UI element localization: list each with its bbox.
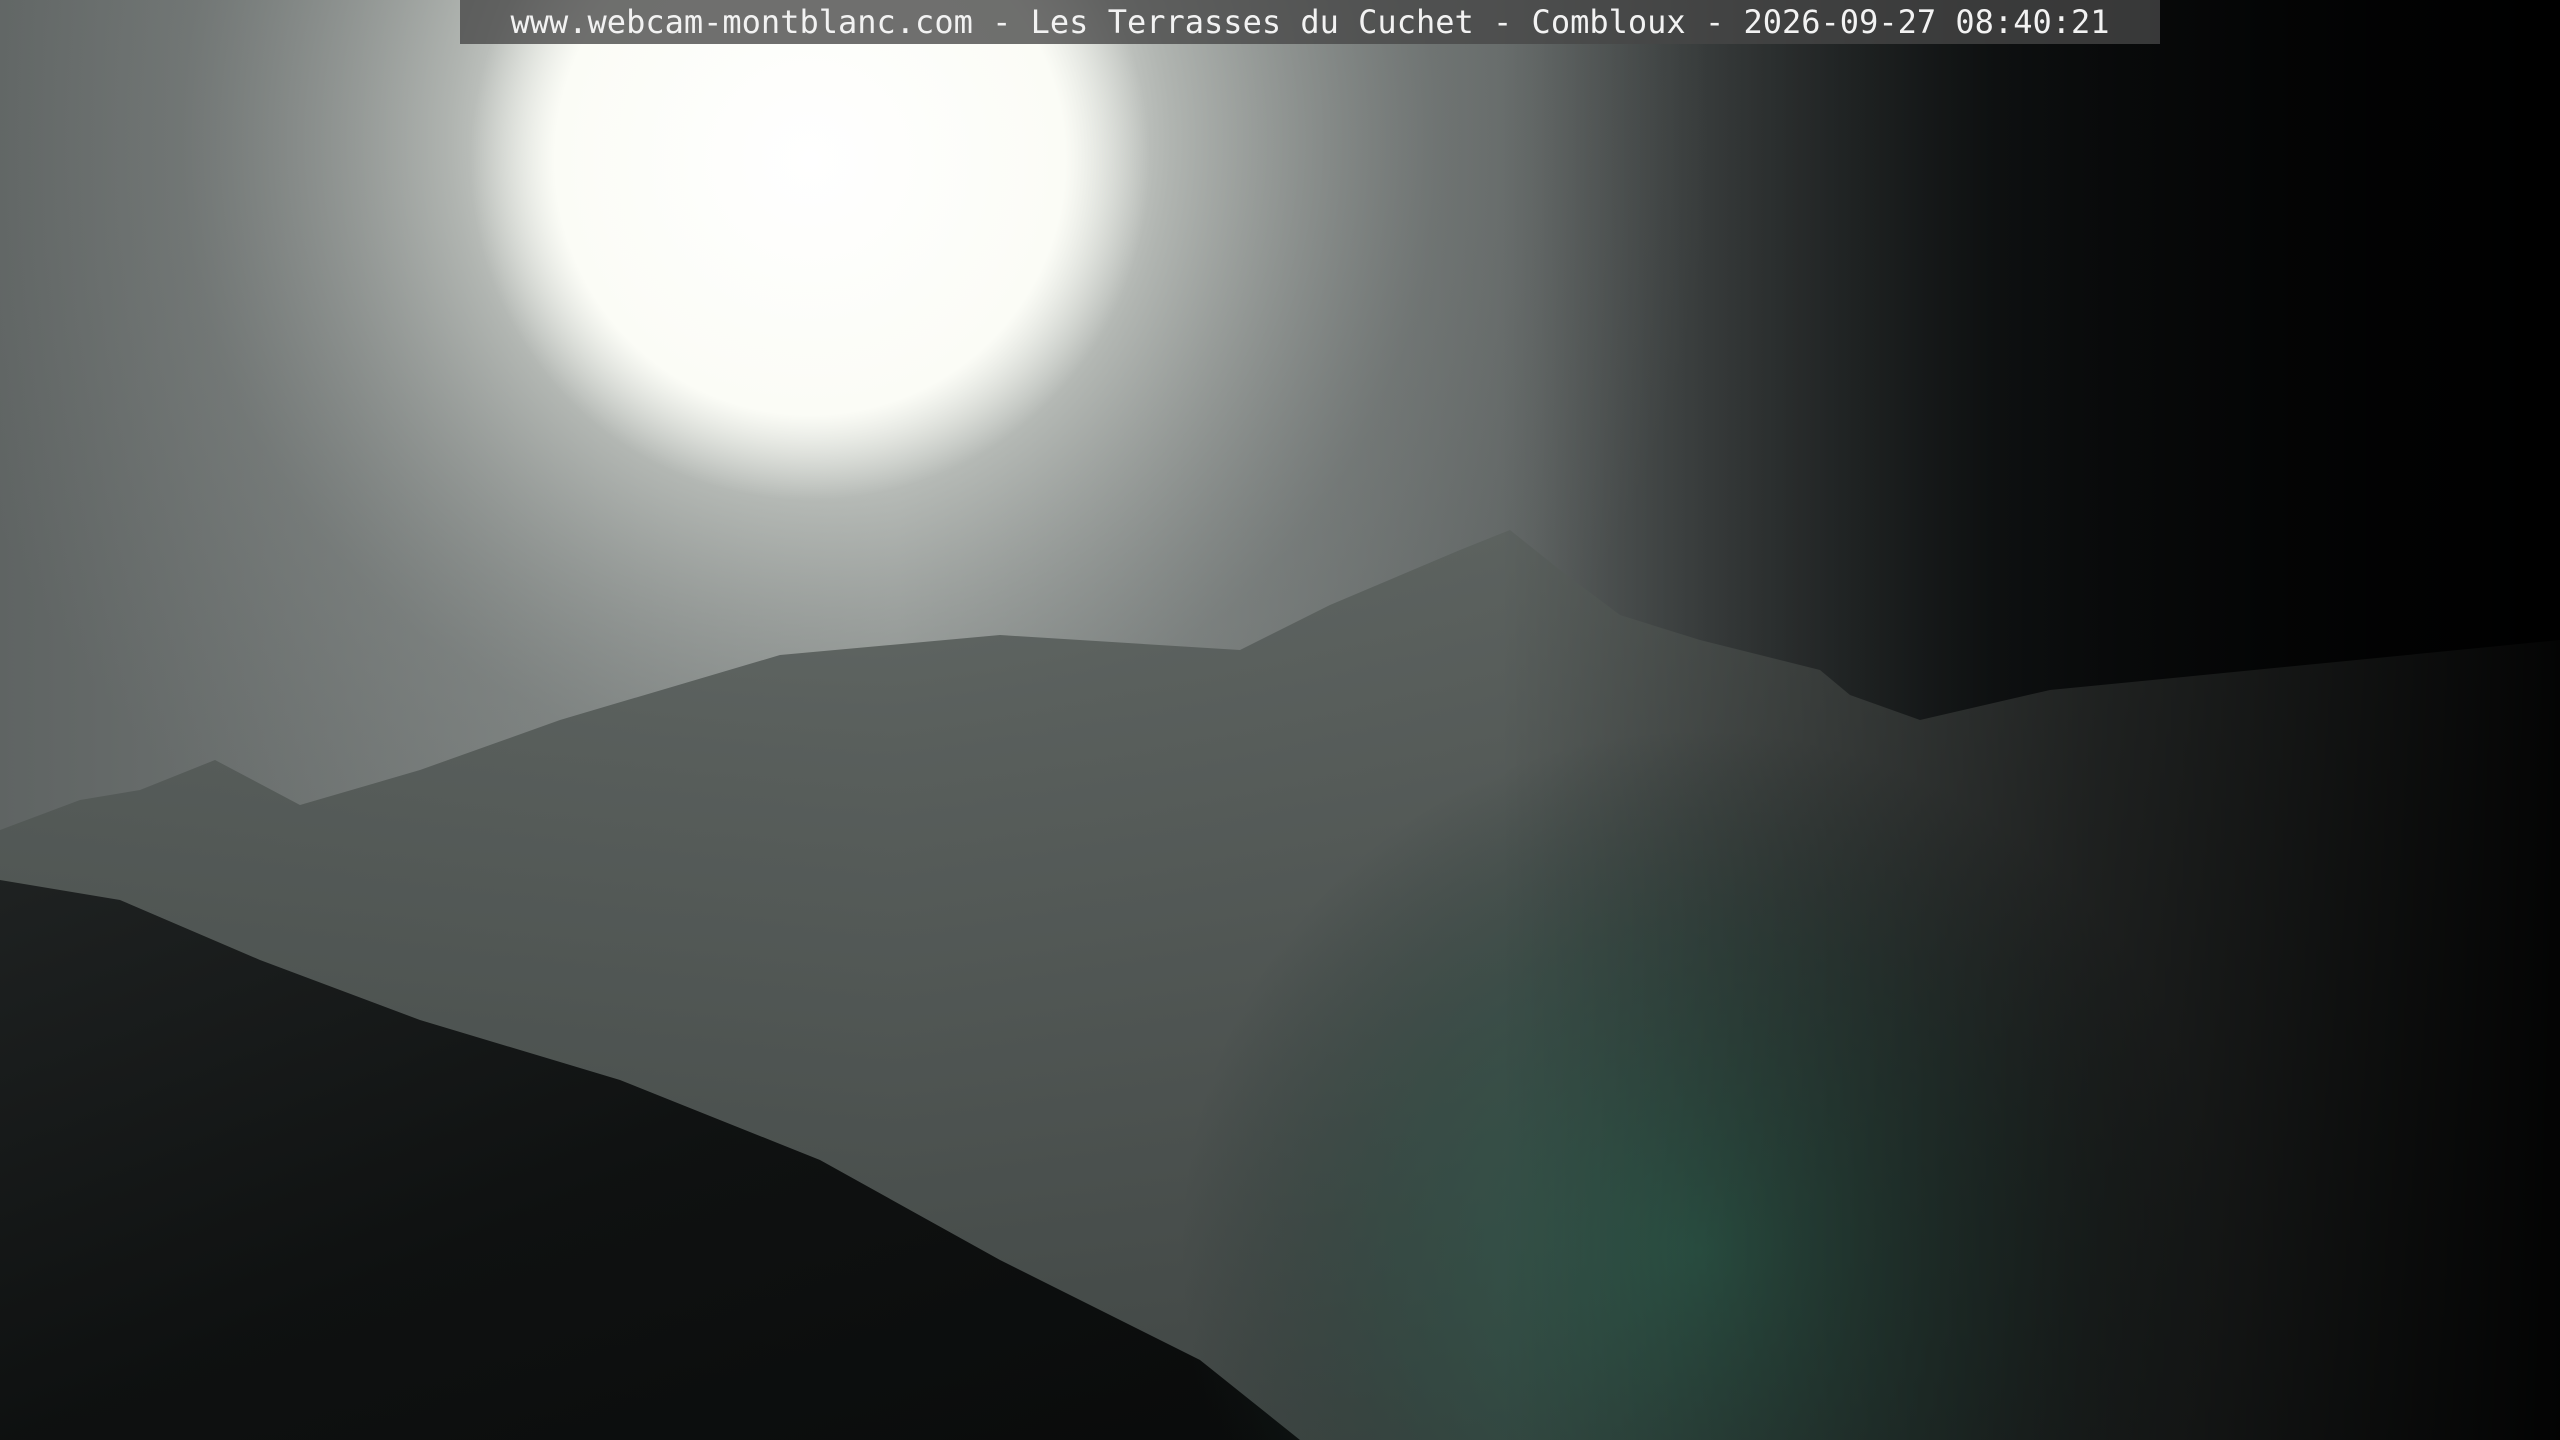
webcam-caption-bar: www.webcam-montblanc.com - Les Terrasses…	[460, 0, 2160, 44]
webcam-frame: www.webcam-montblanc.com - Les Terrasses…	[0, 0, 2560, 1440]
right-shadow	[1500, 0, 2560, 1440]
webcam-caption: www.webcam-montblanc.com - Les Terrasses…	[510, 3, 2110, 41]
webcam-scene	[0, 0, 2560, 1440]
